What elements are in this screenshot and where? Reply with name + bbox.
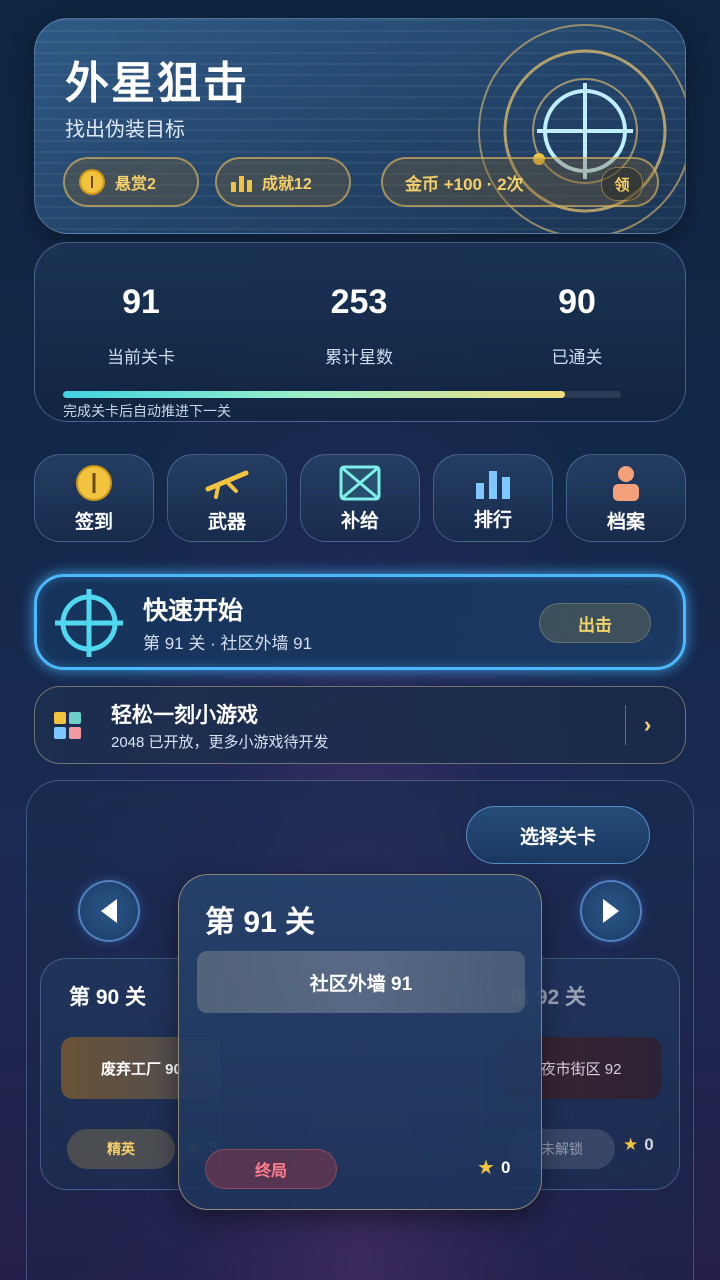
weapon-label: 武器: [207, 511, 246, 533]
star-value: 0: [644, 1135, 654, 1154]
difficulty-badge: 终局: [205, 1149, 337, 1189]
level-progress-bar: [63, 391, 621, 398]
mini-game-subtitle: 2048 已开放，更多小游戏待开发: [111, 734, 329, 751]
level-progress-fill: [63, 391, 566, 398]
checkin-label: 签到: [74, 511, 113, 533]
star-icon: ★: [477, 1157, 495, 1179]
profile-icon: [613, 465, 639, 501]
level-card-title: 第 90 关: [69, 986, 147, 1009]
arrow-left-icon: [101, 899, 117, 923]
rifle-icon: [205, 470, 249, 499]
ranking-label: 排行: [473, 509, 512, 531]
current-level-value: 91: [122, 283, 160, 321]
progress-note: 完成关卡后自动推进下一关: [63, 403, 231, 419]
coin-icon: [79, 169, 105, 195]
mini-game-title: 轻松一刻小游戏: [111, 704, 258, 727]
deploy-button[interactable]: 出击: [539, 603, 651, 643]
coin-icon: [76, 464, 112, 501]
chevron-right-icon[interactable]: ›: [625, 705, 669, 745]
supply-button[interactable]: 补给: [300, 454, 420, 542]
star-icon: ★: [623, 1135, 639, 1154]
page-title: 外星狙击: [65, 59, 249, 108]
quick-start-subtitle: 第 91 关 · 社区外墙 91: [143, 634, 313, 653]
bar-chart-icon: [231, 172, 252, 192]
mini-game-card[interactable]: 轻松一刻小游戏 2048 已开放，更多小游戏待开发 ›: [34, 686, 686, 764]
quick-start-title: 快速开始: [143, 597, 244, 625]
cleared-label: 已通关: [551, 348, 603, 367]
stats-panel: 91 当前关卡 253 累计星数 90 已通关 完成关卡后自动推进下一关: [34, 242, 686, 422]
star-count: ★ 0: [623, 1135, 654, 1155]
bounty-pill[interactable]: 悬赏2: [63, 157, 199, 207]
prev-level-button[interactable]: [78, 880, 140, 942]
profile-button[interactable]: 档案: [566, 454, 686, 542]
star-value: 0: [500, 1157, 511, 1177]
cleared-value: 90: [558, 283, 596, 321]
level-card-title: 第 91 关: [205, 906, 316, 939]
level-scene-name: 社区外墙 91: [309, 973, 413, 995]
select-level-button[interactable]: 选择关卡: [466, 806, 650, 864]
game-grid-icon: [54, 712, 81, 739]
quick-start-card[interactable]: 快速开始 第 91 关 · 社区外墙 91 出击: [34, 574, 686, 670]
achievement-pill[interactable]: 成就12: [215, 157, 351, 207]
level-card-current[interactable]: 第 91 关 社区外墙 91 终局 ★ 0: [178, 874, 542, 1210]
profile-label: 档案: [606, 511, 645, 533]
bounty-label: 悬赏2: [115, 176, 156, 193]
total-stars-label: 累计星数: [325, 348, 393, 367]
level-scene-name: 废弃工厂 90: [101, 1060, 182, 1078]
crosshair-icon: [55, 589, 123, 657]
ranking-button[interactable]: 排行: [433, 454, 553, 542]
weapon-button[interactable]: 武器: [167, 454, 287, 542]
claim-button[interactable]: 领: [601, 167, 643, 201]
level-scene-thumb: 社区外墙 91: [197, 951, 525, 1013]
supply-box-icon: [339, 465, 381, 500]
coin-reward-pill[interactable]: 金币 +100 · 2次 领: [381, 157, 659, 207]
star-count: ★ 0: [477, 1155, 510, 1180]
supply-label: 补给: [340, 510, 379, 532]
total-stars-value: 253: [330, 283, 388, 321]
achievement-label: 成就12: [262, 176, 312, 193]
checkin-button[interactable]: 签到: [34, 454, 154, 542]
arrow-right-icon: [603, 899, 619, 923]
header-banner: 外星狙击 找出伪装目标 悬赏2 成就12 金币 +100 · 2次 领: [34, 18, 686, 234]
coin-reward-label: 金币 +100 · 2次: [405, 174, 524, 194]
bar-chart-icon: [476, 470, 510, 499]
difficulty-badge: 精英: [67, 1129, 175, 1169]
current-level-label: 当前关卡: [107, 348, 175, 367]
next-level-button[interactable]: [580, 880, 642, 942]
level-scene-name: 夜市街区 92: [540, 1060, 622, 1078]
page-subtitle: 找出伪装目标: [65, 119, 185, 141]
